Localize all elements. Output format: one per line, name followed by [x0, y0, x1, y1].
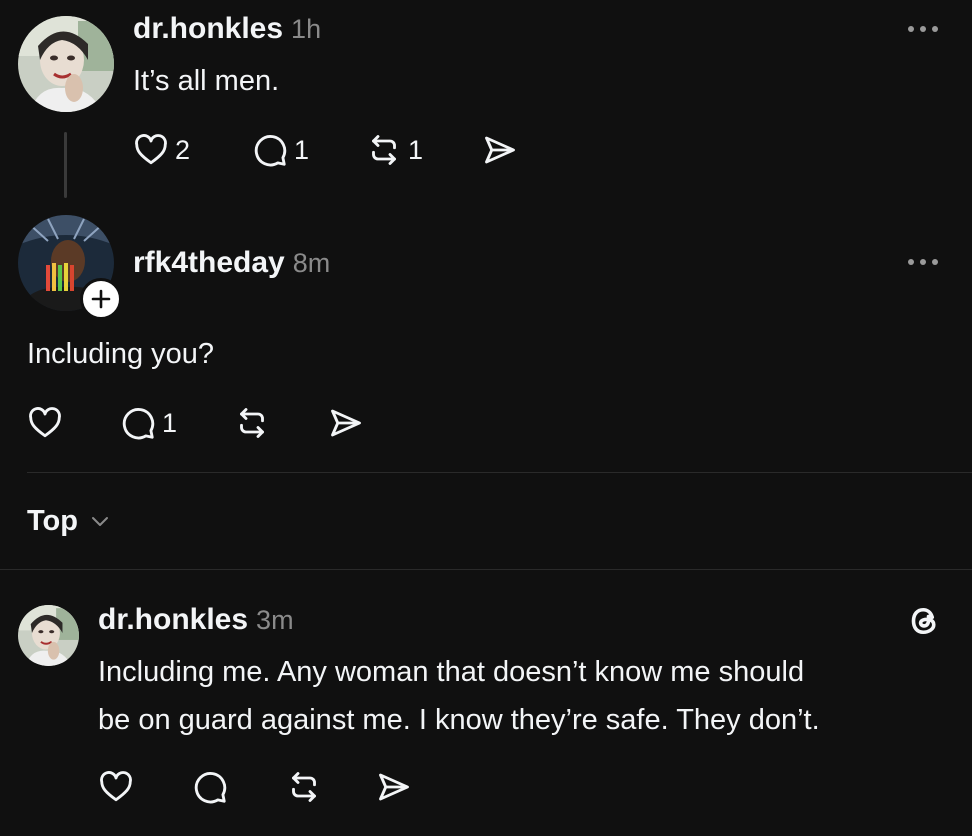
avatar[interactable] [18, 605, 79, 666]
share-button[interactable] [376, 768, 412, 806]
follow-button[interactable] [80, 278, 122, 320]
like-button[interactable] [98, 768, 134, 806]
more-options-button[interactable] [908, 26, 938, 32]
reply-button[interactable]: 1 [252, 131, 309, 169]
username[interactable]: dr.honkles [133, 12, 283, 45]
dot-icon [908, 26, 914, 32]
reply-count: 1 [162, 407, 178, 438]
avatar[interactable] [18, 16, 114, 112]
repost-count: 1 [408, 134, 424, 165]
timestamp: 3m [256, 605, 294, 635]
thread-line [64, 132, 67, 198]
dot-icon [920, 26, 926, 32]
chevron-down-icon [92, 517, 108, 526]
username[interactable]: dr.honkles [98, 603, 248, 636]
comment-icon [194, 772, 227, 804]
share-button[interactable] [328, 404, 364, 442]
comment-icon [254, 135, 287, 167]
dot-icon [932, 26, 938, 32]
like-button[interactable]: 2 [133, 131, 190, 169]
divider [0, 569, 972, 570]
post-text: Including you? [27, 338, 215, 370]
like-button[interactable] [27, 404, 63, 442]
send-icon [331, 409, 361, 437]
timestamp: 1h [291, 14, 322, 44]
like-count: 2 [175, 134, 191, 165]
reply-text-line-2: be on guard against me. I know they’re s… [98, 704, 820, 736]
dot-icon [932, 259, 938, 265]
reply-button[interactable]: 1 [120, 404, 177, 442]
username[interactable]: rfk4theday [133, 246, 285, 279]
sort-label: Top [27, 504, 78, 537]
repost-button[interactable]: 1 [366, 131, 423, 169]
heart-icon [135, 134, 167, 165]
reply-button[interactable] [192, 768, 228, 806]
dot-icon [920, 259, 926, 265]
heart-icon [100, 771, 132, 802]
repost-icon [292, 772, 316, 802]
author-line: rfk4theday 8m [133, 243, 330, 283]
divider [27, 472, 972, 473]
repost-icon [372, 135, 396, 165]
repost-button[interactable] [234, 404, 270, 442]
plus-icon [91, 289, 111, 309]
reply-count: 1 [294, 134, 310, 165]
sort-dropdown[interactable]: Top [27, 500, 112, 542]
repost-icon [240, 408, 264, 438]
author-line: dr.honkles 1h [133, 9, 321, 49]
more-options-button[interactable] [908, 259, 938, 265]
timestamp: 8m [292, 248, 331, 278]
comment-icon [122, 408, 155, 440]
threads-logo-icon[interactable] [906, 603, 942, 639]
repost-button[interactable] [286, 768, 322, 806]
dot-icon [908, 259, 914, 265]
post-text: It’s all men. [133, 65, 280, 97]
send-icon [485, 136, 515, 164]
heart-icon [29, 407, 61, 438]
share-button[interactable] [482, 131, 518, 169]
send-icon [379, 773, 409, 801]
reply-text-line-1: Including me. Any woman that doesn’t kno… [98, 656, 805, 688]
author-line: dr.honkles 3m [98, 600, 294, 640]
